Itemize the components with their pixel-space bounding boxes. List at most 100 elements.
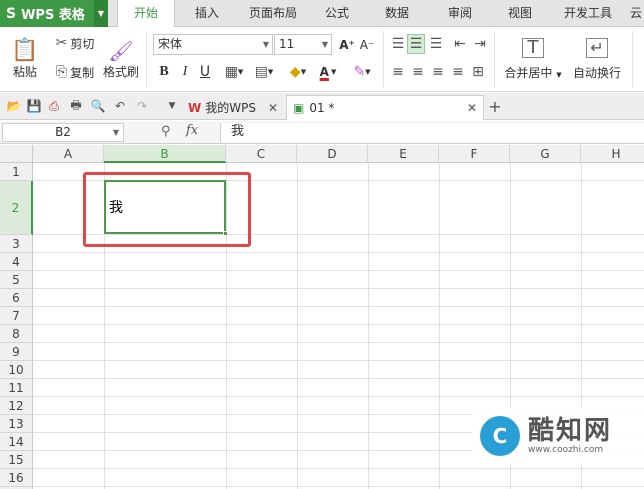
clear-format-button[interactable]: ✎ ▼ [348,62,376,82]
menu-bar: S WPS 表格 ▼ 开始 插入 页面布局 公式 数据 审阅 视图 开发工具 云 [0,0,644,28]
tab-page-layout[interactable]: 页面布局 [242,0,304,27]
folder-icon[interactable]: 📂 [6,98,22,114]
grow-font-button[interactable]: A⁺ [338,34,356,55]
align-right-icon: ≡ [432,64,444,80]
merge-center-label: 合并居中 ▼ [504,65,562,80]
column-header[interactable]: D [297,145,368,163]
tab-insert[interactable]: 插入 [183,0,231,27]
chevron-down-icon: ▼ [556,70,562,79]
doc-tab-01[interactable]: ▣ 01 * ✕ [286,95,484,120]
grid-line [33,324,644,325]
row-header[interactable]: 3 [0,235,33,253]
justify-button[interactable]: ≡ [449,62,467,82]
align-bottom-button[interactable]: ☰ [427,34,445,54]
undo-icon[interactable]: ↶ [112,98,128,114]
column-header-active[interactable]: B [104,145,226,163]
scissors-icon: ✂ [55,35,68,51]
column-header[interactable]: C [226,145,297,163]
increase-indent-button[interactable]: ⇥ [471,34,489,54]
doc-tab-my-wps[interactable]: W 我的WPS ✕ [182,95,284,120]
insert-function-button[interactable]: fx [186,123,198,138]
tab-home[interactable]: 开始 [117,0,175,28]
column-header[interactable]: F [439,145,510,163]
font-size-select[interactable]: 11 ▼ [274,34,332,55]
merge-center-button[interactable]: T 合并居中 ▼ [500,31,566,87]
align-top-button[interactable]: ☰ [389,34,407,54]
tab-cloud[interactable]: 云 [628,0,644,27]
print-preview-icon[interactable]: 🔍 [90,98,106,114]
select-all-corner[interactable] [0,145,33,163]
sheet-file-icon: ▣ [293,101,305,115]
fill-color-button[interactable]: ◆ ▼ [284,62,312,82]
format-painter-button[interactable]: 🖌 格式刷 [100,31,142,87]
close-icon[interactable]: ✕ [268,101,278,115]
cut-button[interactable]: ✂ 剪切 [52,33,98,53]
magnifier-icon[interactable]: ⚲ [161,124,171,139]
name-box[interactable]: B2 ▼ [2,123,124,142]
decrease-indent-button[interactable]: ⇤ [451,34,469,54]
wrap-text-button[interactable]: ↵ 自动换行 [568,31,626,87]
tab-review[interactable]: 审阅 [437,0,483,27]
border-button[interactable]: ▦ ▼ [220,62,248,82]
watermark: C 酷知网 www.coozhi.com [472,408,644,464]
highlight-annotation [83,172,251,247]
distributed-button[interactable]: ⊞ [469,62,487,82]
grid-line [33,252,644,253]
chevron-down-icon: ▼ [262,40,269,49]
align-center-button[interactable]: ≡ [409,62,427,82]
row-header[interactable]: 14 [0,433,33,451]
row-header[interactable]: 11 [0,379,33,397]
column-header[interactable]: A [33,145,104,163]
row-header[interactable]: 16 [0,469,33,487]
row-header[interactable]: 10 [0,361,33,379]
wps-logo-icon: S [6,5,17,22]
ribbon-toolbar: 📋 粘贴 ✂ 剪切 ⎘ 复制 🖌 格式刷 宋体 ▼ 11 ▼ A⁺ A⁻ B I… [0,27,644,92]
font-name-select[interactable]: 宋体 ▼ [153,34,273,55]
underline-button[interactable]: U [196,62,214,82]
chevron-down-icon[interactable]: ▼ [94,0,108,27]
chevron-down-icon[interactable]: ▼ [164,98,180,114]
format-painter-label: 格式刷 [102,64,139,79]
column-header[interactable]: E [368,145,439,163]
justify-icon: ≡ [452,64,464,80]
new-tab-plus-icon[interactable]: + [487,97,503,116]
tab-formulas[interactable]: 公式 [314,0,360,27]
tab-view[interactable]: 视图 [497,0,543,27]
row-header[interactable]: 8 [0,325,33,343]
print-icon[interactable]: 🖶 [68,98,84,114]
tab-developer[interactable]: 开发工具 [556,0,620,27]
close-icon[interactable]: ✕ [467,101,477,115]
row-header[interactable]: 5 [0,271,33,289]
column-header[interactable]: G [510,145,581,163]
align-middle-button[interactable]: ☰ [407,34,425,54]
row-header[interactable]: 7 [0,307,33,325]
row-header[interactable]: 4 [0,253,33,271]
row-header-active[interactable]: 2 [0,181,33,235]
paste-button[interactable]: 📋 粘贴 [8,31,42,87]
tab-data[interactable]: 数据 [374,0,420,27]
row-header[interactable]: 6 [0,289,33,307]
font-color-button[interactable]: A ▼ [314,62,342,82]
row-header[interactable]: 9 [0,343,33,361]
row-header[interactable]: 15 [0,451,33,469]
cell-style-button[interactable]: ▤ ▼ [250,62,278,82]
save-icon[interactable]: 💾 [26,98,42,114]
ribbon-divider [383,31,384,87]
eraser-icon: ✎ [353,64,366,80]
align-right-button[interactable]: ≡ [429,62,447,82]
column-header[interactable]: H [581,145,644,163]
shrink-font-button[interactable]: A⁻ [358,34,376,55]
copy-button[interactable]: ⎘ 复制 [52,62,98,82]
italic-button[interactable]: I [176,62,194,82]
formula-input[interactable]: 我 [220,123,644,142]
redo-icon[interactable]: ↷ [134,98,150,114]
row-header[interactable]: 12 [0,397,33,415]
row-header[interactable]: 1 [0,163,33,181]
export-pdf-icon[interactable]: ⎙ [46,98,62,114]
ribbon-divider [632,31,633,87]
row-header[interactable]: 13 [0,415,33,433]
grid-line [33,396,644,397]
app-menu-button[interactable]: S WPS 表格 ▼ [0,0,108,27]
align-left-button[interactable]: ≡ [389,62,407,82]
bold-button[interactable]: B [155,62,173,82]
